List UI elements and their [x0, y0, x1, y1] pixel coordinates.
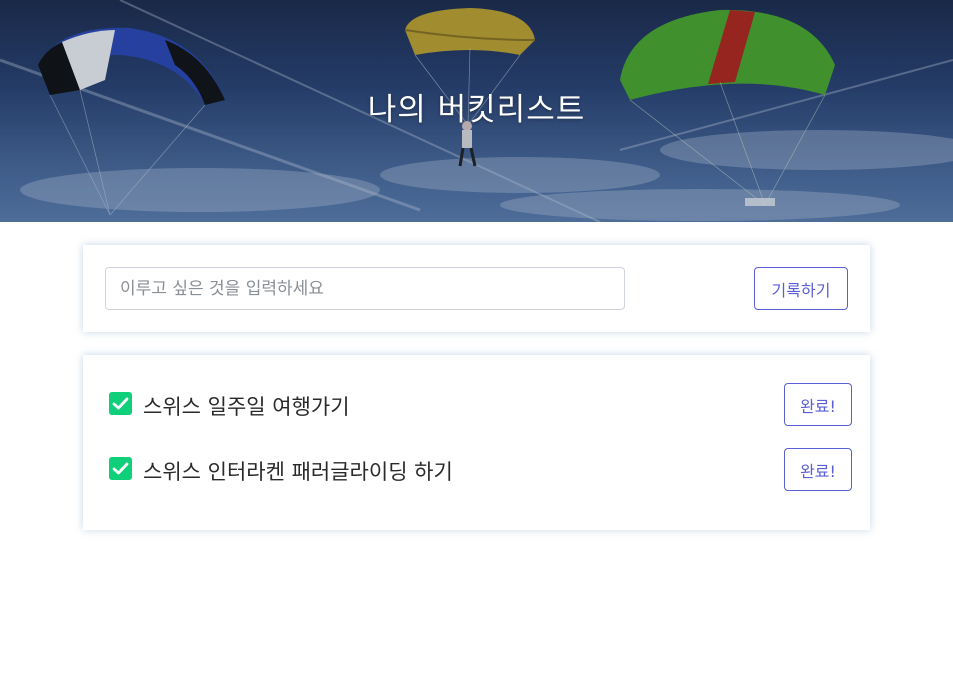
hero-banner: 나의 버킷리스트: [0, 0, 953, 222]
checkbox-checked-icon[interactable]: [109, 457, 132, 480]
bucket-list-card: 스위스 일주일 여행가기 완료! 스위스 인터라켄 패러글라이딩 하기 완료!: [83, 355, 870, 530]
complete-button[interactable]: 완료!: [784, 448, 852, 491]
bucket-input[interactable]: [105, 267, 625, 310]
list-item-text: 스위스 인터라켄 패러글라이딩 하기: [143, 460, 453, 484]
list-item: 스위스 인터라켄 패러글라이딩 하기 완료!: [109, 448, 852, 491]
page-title: 나의 버킷리스트: [367, 92, 586, 128]
checkbox-checked-icon[interactable]: [109, 392, 132, 415]
list-item: 스위스 일주일 여행가기 완료!: [109, 383, 852, 426]
list-item-text: 스위스 일주일 여행가기: [143, 395, 350, 419]
input-card: 기록하기: [83, 245, 870, 332]
complete-button[interactable]: 완료!: [784, 383, 852, 426]
record-button[interactable]: 기록하기: [754, 267, 848, 310]
